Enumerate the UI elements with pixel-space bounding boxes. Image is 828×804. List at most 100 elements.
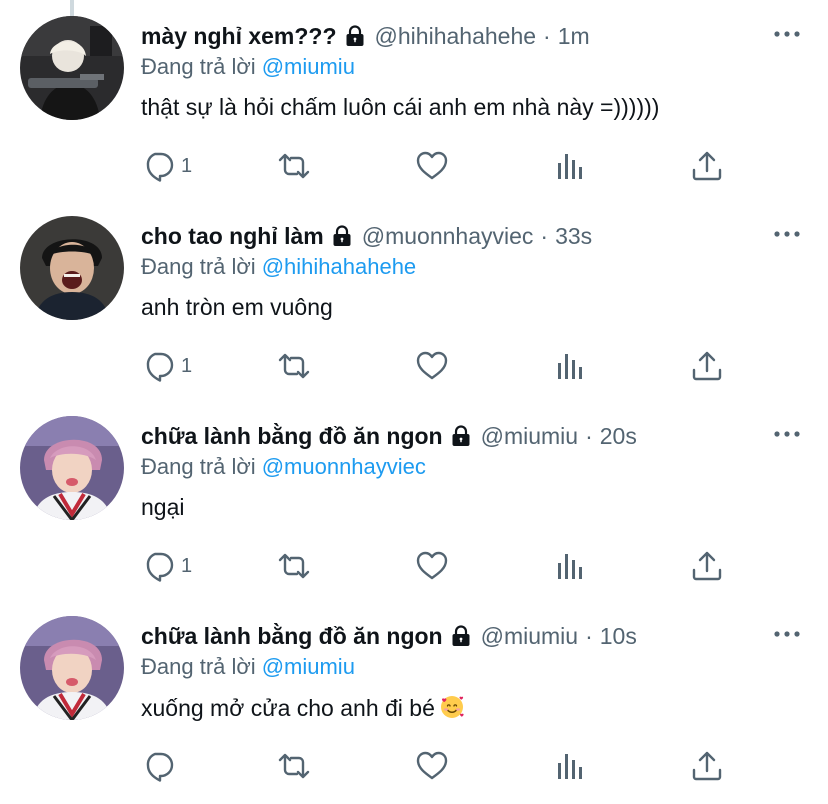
retweet-icon — [277, 149, 311, 183]
display-name[interactable]: cho tao nghỉ làm — [141, 223, 324, 250]
heart-icon — [415, 149, 449, 183]
more-dots-icon[interactable] — [772, 426, 802, 442]
separator-dot: · — [585, 422, 593, 449]
replying-to-label: Đang trả lời — [141, 454, 256, 479]
share-upload-icon — [690, 549, 724, 583]
analytics-bars-icon — [553, 549, 587, 583]
mention-link[interactable]: @miumiu — [262, 654, 355, 679]
tweet-header: chữa lành bằng đồ ăn ngon @miumiu · 20s — [141, 420, 758, 452]
replying-to: Đang trả lời @hihihahahehe — [141, 254, 416, 280]
action-bar: 1 — [141, 146, 741, 186]
reply-bubble-icon — [141, 149, 175, 183]
reply-count: 1 — [181, 554, 193, 577]
heart-icon — [415, 749, 449, 783]
lock-icon — [449, 624, 473, 648]
mention-link[interactable]: @muonnhayviec — [262, 454, 426, 479]
lock-icon — [330, 224, 354, 248]
more-dots-icon[interactable] — [772, 26, 802, 42]
retweet-button[interactable] — [277, 146, 311, 186]
analytics-bars-icon — [553, 349, 587, 383]
action-bar: 1 — [141, 346, 741, 386]
retweet-button[interactable] — [277, 546, 311, 586]
avatar[interactable] — [20, 616, 124, 720]
lock-icon — [343, 24, 367, 48]
tweet[interactable]: cho tao nghỉ làm @muonnhayviec · 33s Đan… — [0, 200, 828, 400]
replying-to-label: Đang trả lời — [141, 654, 256, 679]
heart-icon — [415, 549, 449, 583]
reply-button[interactable]: 1 — [141, 546, 192, 586]
reply-thread: mày nghỉ xem??? @hihihahahehe · 1m Đang … — [0, 0, 828, 804]
analytics-button[interactable] — [553, 746, 587, 786]
separator-dot: · — [540, 222, 549, 249]
like-button[interactable] — [415, 546, 449, 586]
tweet-text: ngại — [141, 494, 185, 520]
avatar[interactable] — [20, 416, 124, 520]
replying-to: Đang trả lời @muonnhayviec — [141, 454, 426, 480]
retweet-icon — [277, 749, 311, 783]
replying-to: Đang trả lời @miumiu — [141, 654, 355, 680]
tweet[interactable]: chữa lành bằng đồ ăn ngon @miumiu · 10s … — [0, 600, 828, 800]
username[interactable]: @hihihahahehe — [375, 23, 536, 50]
retweet-icon — [277, 349, 311, 383]
tweet-text: xuống mở cửa cho anh đi bé — [141, 694, 465, 722]
like-button[interactable] — [415, 146, 449, 186]
share-button[interactable] — [690, 146, 724, 186]
reply-bubble-icon — [141, 749, 175, 783]
retweet-icon — [277, 549, 311, 583]
analytics-bars-icon — [553, 749, 587, 783]
more-dots-icon[interactable] — [772, 226, 802, 242]
display-name[interactable]: chữa lành bằng đồ ăn ngon — [141, 623, 443, 650]
tweet-text: anh tròn em vuông — [141, 294, 333, 320]
timestamp[interactable]: 1m — [558, 23, 590, 50]
mention-link[interactable]: @hihihahahehe — [262, 254, 416, 279]
reply-count: 1 — [181, 354, 193, 377]
username[interactable]: @miumiu — [481, 423, 578, 450]
tweet-header: mày nghỉ xem??? @hihihahahehe · 1m — [141, 20, 758, 52]
replying-to-label: Đang trả lời — [141, 54, 256, 79]
like-button[interactable] — [415, 346, 449, 386]
reply-button[interactable]: 1 — [141, 346, 192, 386]
analytics-button[interactable] — [553, 546, 587, 586]
display-name[interactable]: chữa lành bằng đồ ăn ngon — [141, 423, 443, 450]
retweet-button[interactable] — [277, 346, 311, 386]
timestamp[interactable]: 33s — [555, 223, 592, 250]
share-upload-icon — [690, 749, 724, 783]
reply-bubble-icon — [141, 549, 175, 583]
display-name[interactable]: mày nghỉ xem??? — [141, 23, 337, 50]
analytics-bars-icon — [553, 149, 587, 183]
share-button[interactable] — [690, 546, 724, 586]
reply-bubble-icon — [141, 349, 175, 383]
analytics-button[interactable] — [553, 346, 587, 386]
separator-dot: · — [585, 622, 593, 649]
avatar[interactable] — [20, 216, 124, 320]
share-button[interactable] — [690, 746, 724, 786]
tweet-header: chữa lành bằng đồ ăn ngon @miumiu · 10s — [141, 620, 758, 652]
timestamp[interactable]: 10s — [600, 623, 637, 650]
replying-to: Đang trả lời @miumiu — [141, 54, 355, 80]
share-upload-icon — [690, 349, 724, 383]
tweet[interactable]: chữa lành bằng đồ ăn ngon @miumiu · 20s … — [0, 400, 828, 600]
reply-button[interactable]: 1 — [141, 146, 192, 186]
tweet[interactable]: mày nghỉ xem??? @hihihahahehe · 1m Đang … — [0, 0, 828, 200]
timestamp[interactable]: 20s — [600, 423, 637, 450]
avatar[interactable] — [20, 16, 124, 120]
smiling-face-with-hearts-emoji — [440, 696, 464, 718]
tweet-text-content: xuống mở cửa cho anh đi bé — [141, 695, 435, 721]
action-bar: 1 — [141, 546, 741, 586]
username[interactable]: @muonnhayviec — [362, 223, 534, 250]
more-dots-icon[interactable] — [772, 626, 802, 642]
analytics-button[interactable] — [553, 146, 587, 186]
like-button[interactable] — [415, 746, 449, 786]
share-button[interactable] — [690, 346, 724, 386]
tweet-header: cho tao nghỉ làm @muonnhayviec · 33s — [141, 220, 758, 252]
retweet-button[interactable] — [277, 746, 311, 786]
reply-button[interactable] — [141, 746, 181, 786]
heart-icon — [415, 349, 449, 383]
lock-icon — [449, 424, 473, 448]
username[interactable]: @miumiu — [481, 623, 578, 650]
replying-to-label: Đang trả lời — [141, 254, 256, 279]
mention-link[interactable]: @miumiu — [262, 54, 355, 79]
share-upload-icon — [690, 149, 724, 183]
action-bar — [141, 746, 741, 786]
tweet-text: thật sự là hỏi chấm luôn cái anh em nhà … — [141, 94, 660, 120]
